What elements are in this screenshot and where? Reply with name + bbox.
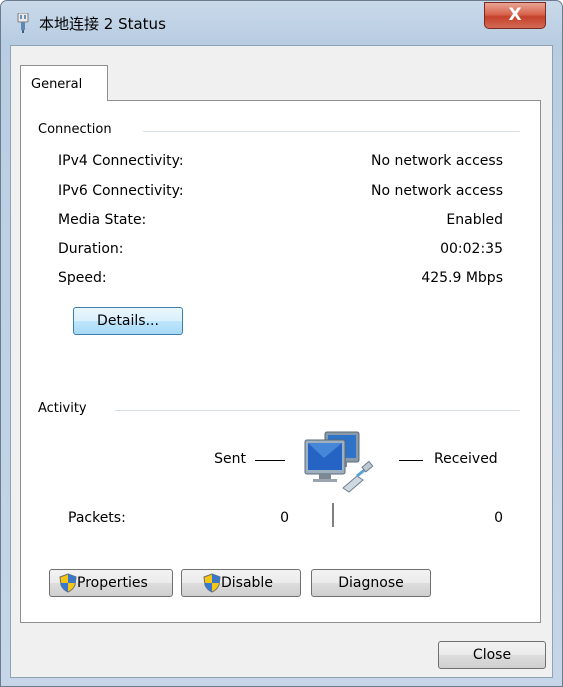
ipv6-connectivity-value: No network access: [371, 183, 503, 199]
connection-group-heading: Connection: [38, 122, 112, 137]
media-state-value: Enabled: [446, 212, 503, 228]
media-state-label: Media State:: [58, 212, 147, 228]
received-line: [399, 460, 423, 461]
connection-group-divider: [143, 131, 520, 132]
sent-label: Sent: [214, 451, 246, 467]
uac-shield-icon: [203, 573, 221, 593]
packets-separator: [332, 503, 334, 527]
sent-line: [255, 460, 285, 461]
received-label: Received: [434, 451, 498, 467]
speed-label: Speed:: [58, 270, 107, 286]
properties-button-label: Properties: [77, 575, 148, 591]
close-icon: X: [508, 5, 522, 25]
diagnose-button-label: Diagnose: [338, 575, 404, 591]
window-close-button[interactable]: X: [484, 2, 546, 29]
close-button[interactable]: Close: [438, 641, 546, 669]
activity-group-divider: [115, 410, 520, 411]
tab-general-label: General: [31, 77, 83, 92]
properties-button[interactable]: Properties: [49, 569, 173, 597]
packets-label: Packets:: [68, 510, 126, 526]
ipv4-connectivity-value: No network access: [371, 153, 503, 169]
details-button-label: Details...: [97, 313, 159, 329]
duration-label: Duration:: [58, 241, 124, 257]
diagnose-button[interactable]: Diagnose: [311, 569, 431, 597]
activity-group-heading: Activity: [38, 401, 87, 416]
packets-sent-value: 0: [280, 510, 289, 526]
details-button[interactable]: Details...: [73, 307, 183, 335]
status-dialog: 本地连接 2 Status X General Connection IPv4 …: [0, 0, 563, 687]
title-bar[interactable]: 本地连接 2 Status X: [1, 1, 562, 45]
speed-value: 425.9 Mbps: [421, 270, 503, 286]
general-tab-panel: [20, 100, 541, 623]
close-button-label: Close: [472, 647, 512, 663]
ipv4-connectivity-label: IPv4 Connectivity:: [58, 153, 184, 169]
disable-button-label: Disable: [221, 575, 273, 591]
window-title: 本地连接 2 Status: [39, 15, 166, 33]
tab-general[interactable]: General: [20, 65, 108, 101]
ipv6-connectivity-label: IPv6 Connectivity:: [58, 183, 184, 199]
duration-value: 00:02:35: [440, 241, 503, 257]
packets-received-value: 0: [494, 510, 503, 526]
network-adapter-icon: [17, 13, 29, 33]
network-computers-icon: [304, 431, 374, 493]
uac-shield-icon: [59, 573, 77, 593]
disable-button[interactable]: Disable: [181, 569, 301, 597]
